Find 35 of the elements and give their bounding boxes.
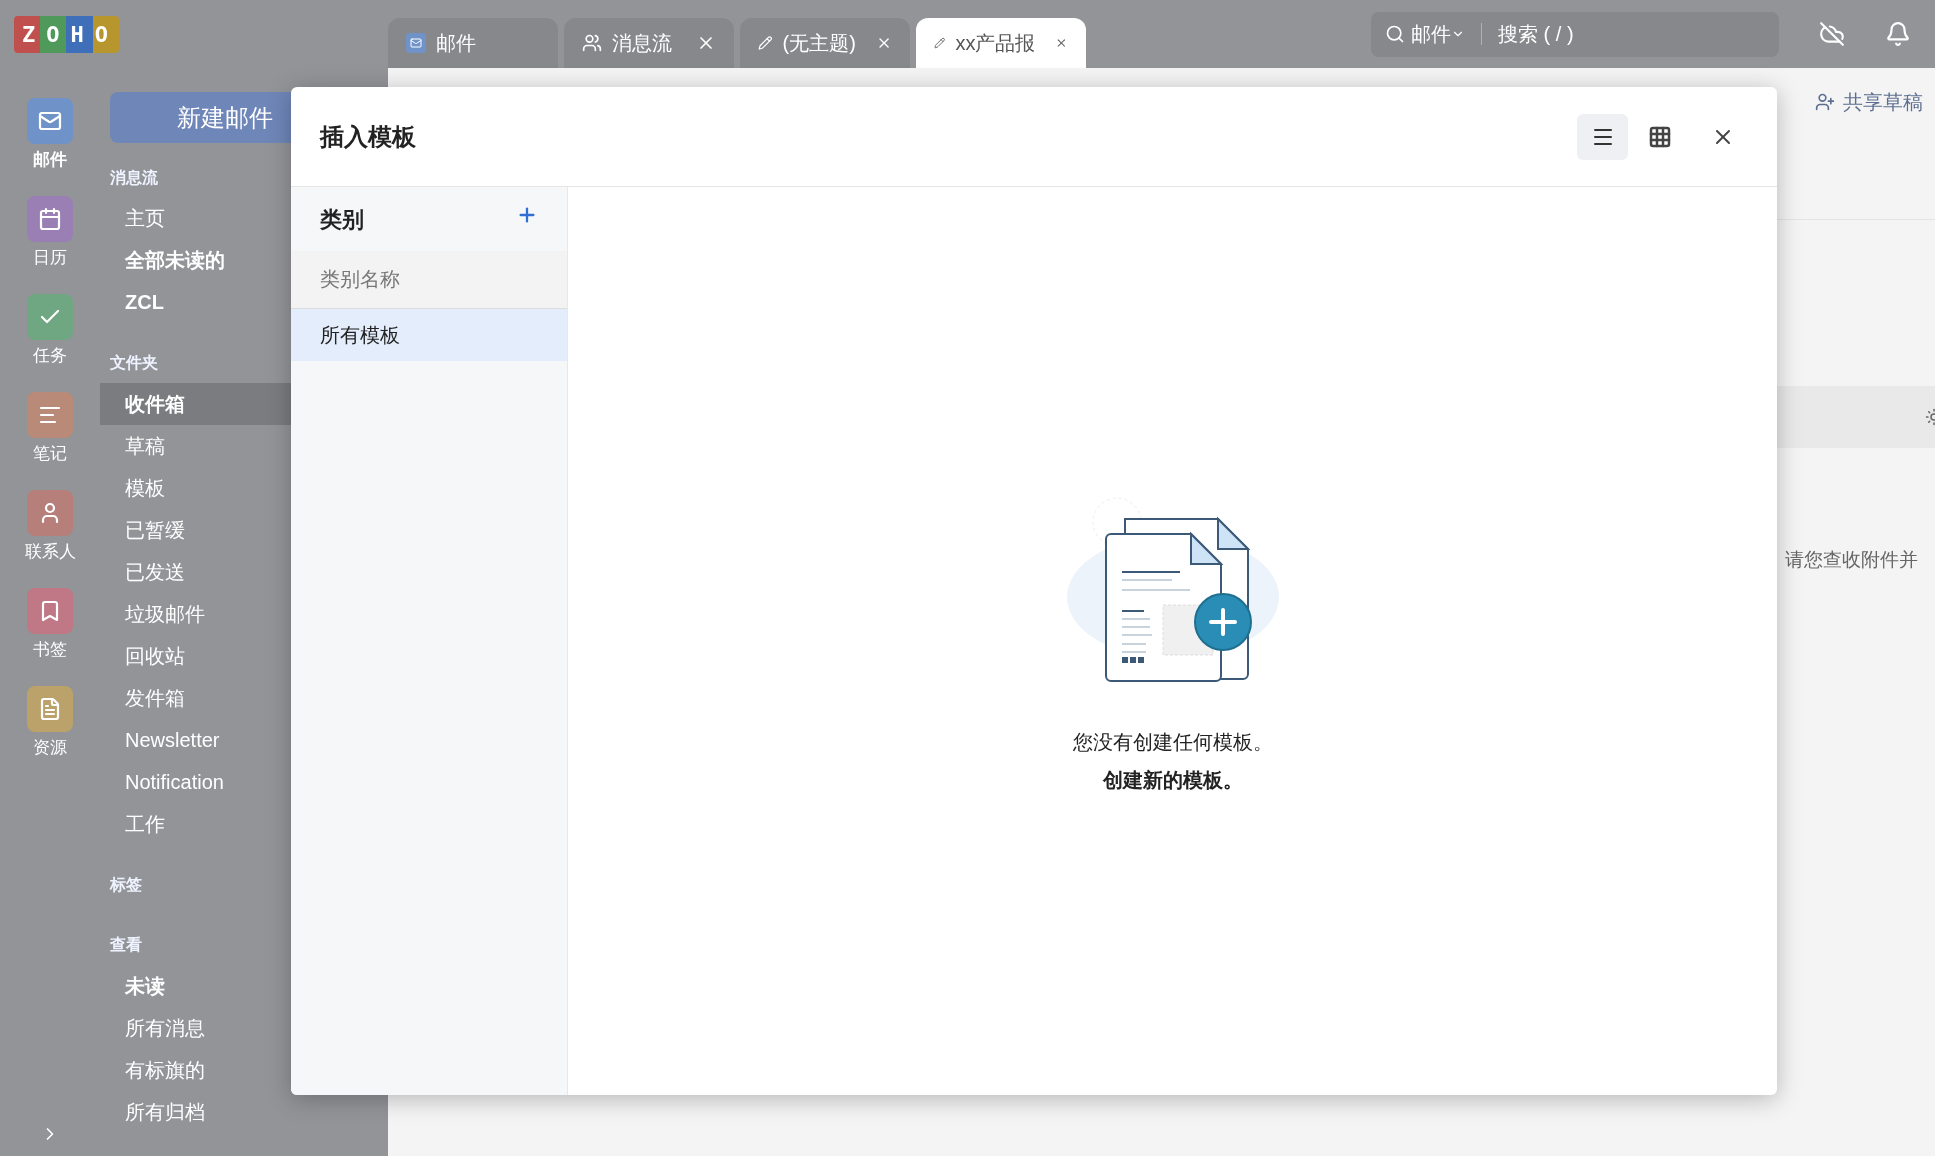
add-user-icon [1815,92,1835,112]
folder-item[interactable]: 所有归档 [100,1091,388,1133]
people-icon [582,33,602,53]
list-view-button[interactable] [1577,113,1628,160]
empty-message: 您没有创建任何模板。 [1072,730,1273,755]
share-draft-button[interactable]: 共享草稿 [1815,87,1923,117]
tab[interactable]: xx产品报 [916,18,1086,68]
app-rail-item[interactable]: 日历 [27,196,73,268]
category-heading: 类别 [320,205,364,234]
app-rail-item[interactable]: 书签 [27,588,73,660]
app-rail-item[interactable]: 联系人 [24,490,76,562]
pencil-icon [758,34,773,52]
app-rail-item[interactable]: 资源 [27,686,73,758]
app-rail-item[interactable]: 任务 [27,294,73,366]
section-heading: 标签 [108,875,143,895]
cloud-icon[interactable] [1819,21,1845,47]
search-input[interactable]: 搜索 ( / ) [1498,19,1765,49]
category-name-field[interactable]: 类别名称 [291,251,567,309]
mail-icon [406,33,426,53]
create-template-link[interactable]: 创建新的模板。 [1102,765,1243,795]
search-icon [1385,24,1405,44]
section-heading: 文件夹 [109,353,159,373]
body-text: 请您查收附件并 [1784,548,1919,572]
grid-icon [1647,124,1672,149]
section-heading: 消息流 [109,168,159,188]
tab[interactable]: 消息流 [564,18,734,68]
app-rail-item[interactable]: 邮件 [27,98,73,170]
tab[interactable]: (无主题) [740,18,910,68]
search-scope-dropdown[interactable]: 邮件 [1411,19,1465,49]
tab[interactable]: 邮件 [388,18,558,68]
search-field[interactable]: 邮件 搜索 ( / ) [1371,11,1779,57]
section-heading: 查看 [109,935,143,955]
category-item[interactable]: 所有模板 [291,309,567,361]
bell-icon[interactable] [1885,21,1911,47]
app-rail-item[interactable]: 笔记 [27,392,73,464]
